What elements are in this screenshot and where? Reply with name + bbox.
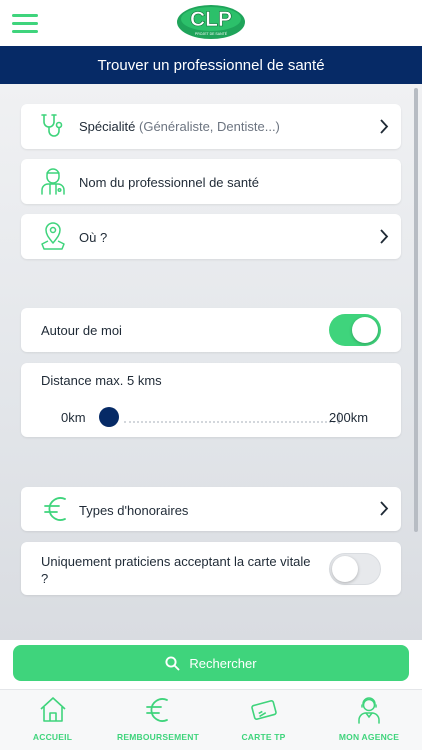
professional-name-row[interactable]: Nom du professionnel de santé (21, 159, 401, 204)
fee-types-label: Types d'honoraires (79, 503, 189, 518)
carte-vitale-label: Uniquement praticiens acceptant la carte… (41, 554, 311, 586)
distance-slider-track[interactable] (124, 421, 339, 423)
svg-text:CLP: CLP (190, 8, 232, 31)
around-me-row: Autour de moi (21, 308, 401, 352)
search-icon (165, 655, 180, 670)
search-button-label: Rechercher (189, 655, 257, 671)
tab-carte-tp-label: CARTE TP (241, 732, 286, 742)
carte-vitale-row: Uniquement praticiens acceptant la carte… (21, 542, 401, 595)
svg-text:PROJET DE SANTÉ: PROJET DE SANTÉ (195, 31, 228, 36)
chevron-right-icon (380, 119, 389, 134)
speciality-label: Spécialité (79, 119, 136, 134)
around-me-toggle[interactable] (329, 314, 381, 346)
tab-accueil[interactable]: ACCUEIL (0, 690, 105, 750)
euro-icon (146, 698, 168, 722)
distance-max-label: 200km (329, 410, 369, 425)
agent-icon (358, 697, 380, 724)
chevron-right-icon (380, 229, 389, 244)
page-title-bar: Trouver un professionnel de santé (0, 46, 422, 84)
tab-remboursement-label: REMBOURSEMENT (117, 732, 199, 742)
tab-remboursement[interactable]: REMBOURSEMENT (105, 690, 211, 750)
speciality-hint: (Généraliste, Dentiste...) (139, 119, 280, 134)
clp-logo: CLP PROJET DE SANTÉ (177, 5, 245, 39)
doctor-icon (41, 168, 65, 195)
location-label: Où ? (79, 230, 108, 245)
tab-carte-tp[interactable]: CARTE TP (211, 690, 316, 750)
scrollbar[interactable] (414, 88, 418, 532)
map-pin-icon (41, 222, 65, 250)
speciality-row[interactable]: Spécialité (Généraliste, Dentiste...) (21, 104, 401, 149)
tab-accueil-label: ACCUEIL (32, 732, 73, 742)
around-me-label: Autour de moi (41, 323, 122, 338)
professional-name-label: Nom du professionnel de santé (79, 175, 259, 190)
top-bar: CLP PROJET DE SANTÉ (0, 0, 422, 46)
carte-vitale-toggle[interactable] (329, 553, 381, 585)
distance-label: Distance max. 5 kms (41, 373, 162, 388)
stethoscope-icon (41, 114, 63, 137)
tab-bar: ACCUEIL REMBOURSEMENT CARTE TP MON AGENC… (0, 689, 422, 750)
distance-min-label: 0km (61, 410, 86, 425)
home-icon (39, 697, 66, 722)
distance-card: Distance max. 5 kms 0km 200km (21, 363, 401, 437)
tab-mon-agence[interactable]: MON AGENCE (316, 690, 422, 750)
fee-types-row[interactable]: Types d'honoraires (21, 487, 401, 531)
distance-slider-thumb[interactable] (99, 407, 120, 427)
euro-icon (44, 497, 66, 521)
location-row[interactable]: Où ? (21, 214, 401, 259)
hamburger-menu-icon[interactable] (12, 12, 38, 34)
search-button[interactable]: Rechercher (13, 645, 409, 681)
tab-mon-agence-label: MON AGENCE (338, 732, 400, 742)
page-title: Trouver un professionnel de santé (97, 56, 325, 74)
card-icon (250, 700, 277, 720)
chevron-right-icon (380, 501, 389, 516)
